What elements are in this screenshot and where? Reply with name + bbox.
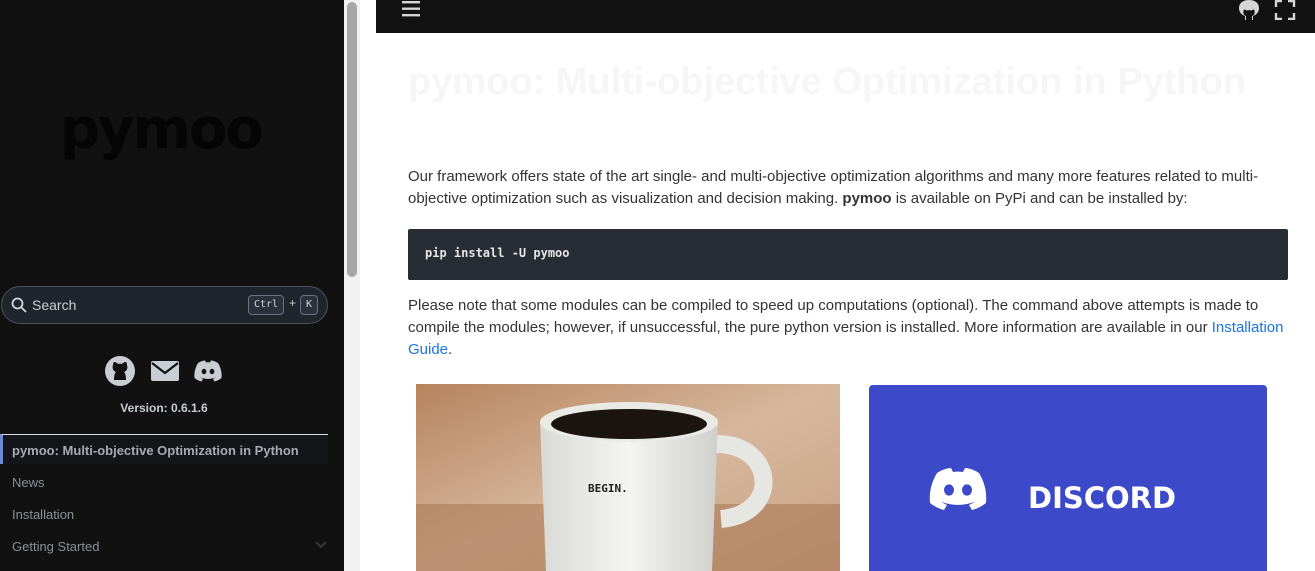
intro-text-2: is available on PyPi and can be installe… [891, 190, 1188, 207]
install-command: pip install -U pymoo [425, 246, 570, 260]
discord-banner[interactable]: DISCORD [869, 385, 1267, 571]
note-text: Please note that some modules can be com… [408, 297, 1259, 336]
intro-paragraph: Our framework offers state of the art si… [408, 166, 1288, 210]
sidebar: pymoo Search Ctrl + K Version: 0.6.1.6 p… [0, 0, 344, 571]
sidebar-item-label: Installation [12, 507, 75, 522]
shortcut-plus: + [289, 296, 297, 310]
intro-bold-pymoo: pymoo [842, 190, 892, 207]
discord-icon[interactable] [192, 355, 224, 387]
search-icon [11, 297, 27, 313]
menu-icon[interactable] [400, 0, 422, 18]
note-end: . [448, 341, 453, 358]
shortcut-ctrl: Ctrl [248, 295, 285, 315]
search-placeholder: Search [32, 297, 77, 313]
github-icon[interactable] [104, 355, 136, 387]
pymoo-logo[interactable]: pymoo [60, 104, 280, 168]
header-bar [376, 0, 1315, 33]
getting-started-image[interactable]: BEGIN. [416, 384, 840, 571]
note-paragraph: Please note that some modules can be com… [408, 295, 1288, 361]
sidebar-item-home[interactable]: pymoo: Multi-objective Optimization in P… [0, 434, 328, 464]
sidebar-item-label: News [12, 475, 45, 490]
discord-wordmark: DISCORD [1028, 481, 1176, 515]
sidebar-scrollbar-thumb[interactable] [347, 2, 357, 277]
fullscreen-icon[interactable] [1274, 0, 1296, 20]
chevron-down-icon[interactable] [314, 537, 328, 551]
sidebar-item-label: Getting Started [12, 539, 100, 554]
mail-icon[interactable] [149, 355, 181, 387]
page-title: pymoo: Multi-objective Optimization in P… [408, 61, 1247, 103]
sidebar-item-news[interactable]: News [0, 467, 328, 497]
svg-text:pymoo: pymoo [60, 104, 262, 162]
sidebar-item-installation[interactable]: Installation [0, 499, 328, 529]
mug-begin-text: BEGIN. [588, 482, 628, 495]
search-input[interactable]: Search Ctrl + K [1, 286, 328, 324]
shortcut-k: K [300, 295, 319, 315]
github-icon[interactable] [1238, 0, 1260, 20]
sidebar-item-getting-started[interactable]: Getting Started [0, 531, 328, 561]
install-code-block[interactable]: pip install -U pymoo [408, 229, 1288, 280]
version-label: Version: 0.6.1.6 [120, 401, 208, 415]
sidebar-item-label: pymoo: Multi-objective Optimization in P… [12, 443, 299, 458]
